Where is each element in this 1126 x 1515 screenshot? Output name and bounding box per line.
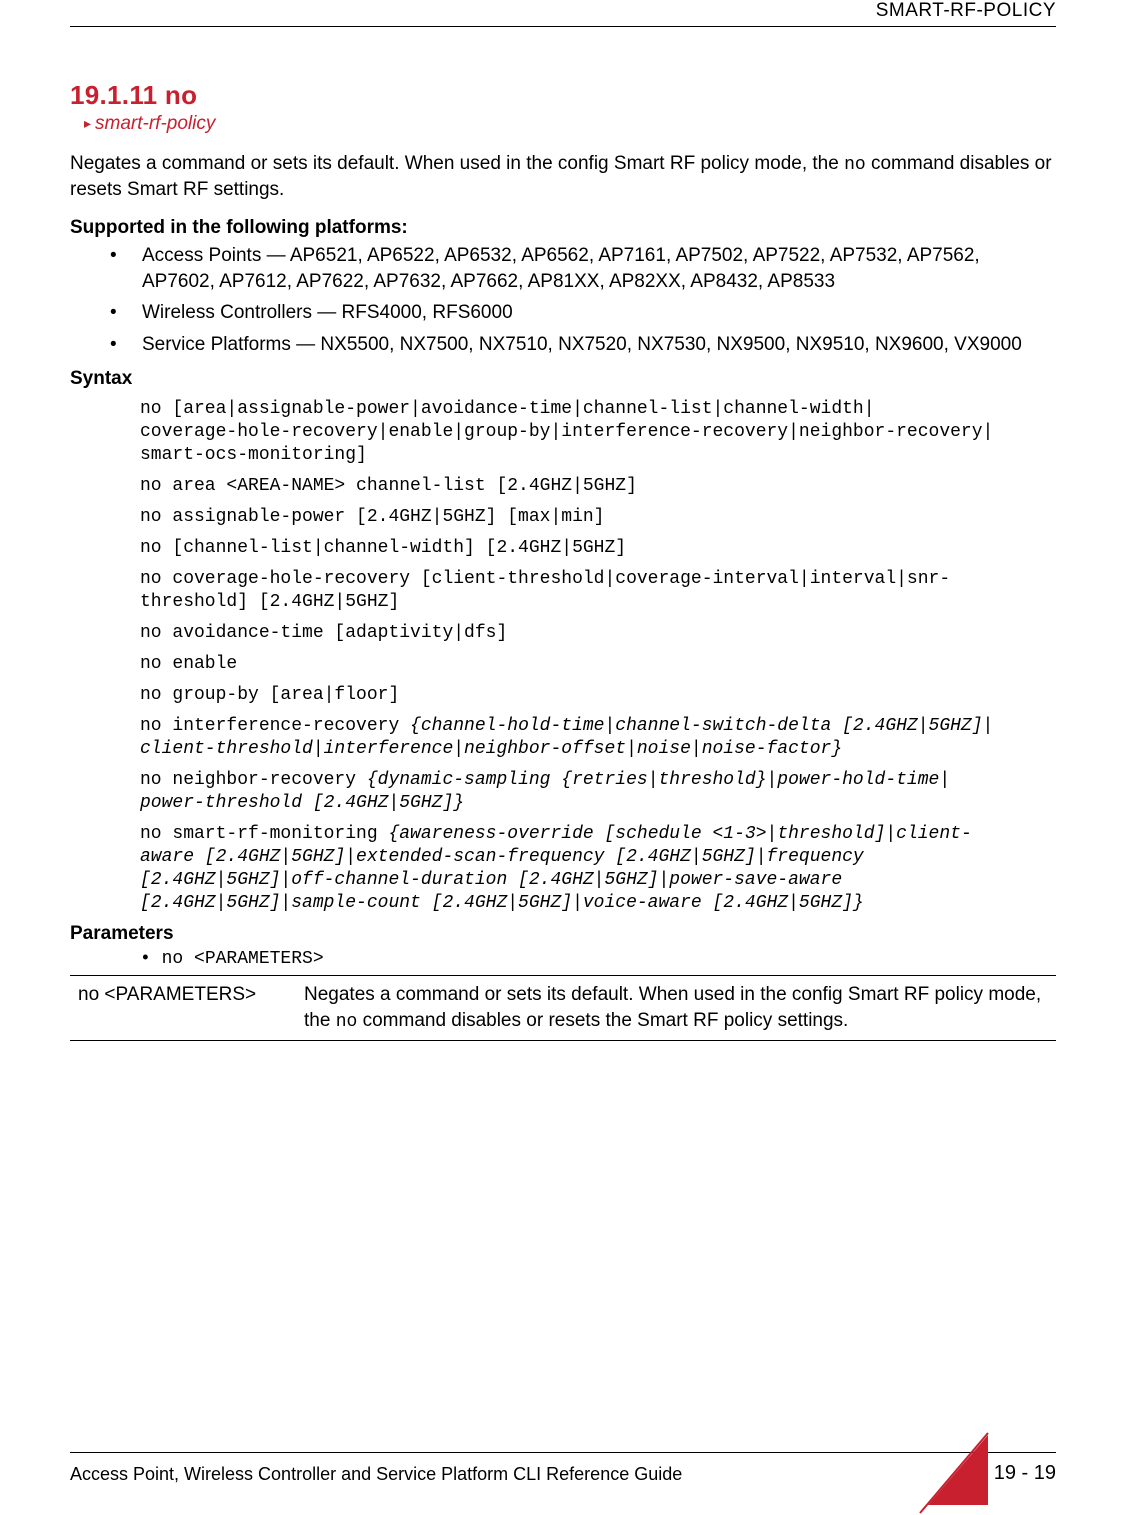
- syntax-block-7: no enable: [140, 653, 1056, 676]
- breadcrumb-arrow-icon: ▸: [84, 115, 91, 132]
- intro-pre: Negates a command or sets its default. W…: [70, 153, 844, 174]
- intro-paragraph: Negates a command or sets its default. W…: [70, 151, 1056, 203]
- syntax-11a: no smart-rf-monitoring: [140, 824, 388, 844]
- breadcrumb-text: smart-rf-policy: [95, 113, 215, 134]
- syntax-block-2: no area <AREA-NAME> channel-list [2.4GHZ…: [140, 475, 1056, 498]
- platforms-list: Access Points — AP6521, AP6522, AP6532, …: [70, 243, 1056, 358]
- param-desc-code: no: [336, 1012, 358, 1032]
- footer-flag-icon: [928, 1435, 988, 1505]
- syntax-block-1: no [area|assignable-power|avoidance-time…: [140, 398, 1056, 467]
- platform-item: Service Platforms — NX5500, NX7500, NX75…: [110, 332, 1056, 358]
- running-head: SMART-RF-POLICY: [876, 0, 1056, 22]
- parameters-table: no <PARAMETERS> Negates a command or set…: [70, 975, 1056, 1041]
- syntax-10a: no neighbor-recovery: [140, 770, 367, 790]
- footer-title: Access Point, Wireless Controller and Se…: [70, 1464, 682, 1485]
- param-bullet: no <PARAMETERS>: [140, 949, 1056, 969]
- breadcrumb[interactable]: ▸smart-rf-policy: [84, 113, 1056, 135]
- param-desc-post: command disables or resets the Smart RF …: [357, 1010, 848, 1031]
- section-title: 19.1.11 no: [70, 80, 1056, 111]
- platforms-heading: Supported in the following platforms:: [70, 217, 1056, 239]
- table-row: no <PARAMETERS> Negates a command or set…: [70, 976, 1056, 1041]
- footer-rule: [70, 1452, 1056, 1453]
- syntax-9a: no interference-recovery: [140, 716, 410, 736]
- footer-page-number: 19 - 19: [994, 1462, 1056, 1485]
- platform-item: Wireless Controllers — RFS4000, RFS6000: [110, 300, 1056, 326]
- syntax-block-11: no smart-rf-monitoring {awareness-overri…: [140, 823, 1056, 915]
- syntax-block-4: no [channel-list|channel-width] [2.4GHZ|…: [140, 537, 1056, 560]
- parameters-heading: Parameters: [70, 923, 1056, 945]
- syntax-block-10: no neighbor-recovery {dynamic-sampling {…: [140, 769, 1056, 815]
- syntax-block-5: no coverage-hole-recovery [client-thresh…: [140, 568, 1056, 614]
- intro-code: no: [844, 155, 866, 175]
- syntax-block-9: no interference-recovery {channel-hold-t…: [140, 715, 1056, 761]
- syntax-block-6: no avoidance-time [adaptivity|dfs]: [140, 622, 1056, 645]
- page: SMART-RF-POLICY 19.1.11 no ▸smart-rf-pol…: [0, 0, 1126, 1515]
- top-rule: [70, 26, 1056, 27]
- syntax-block-3: no assignable-power [2.4GHZ|5GHZ] [max|m…: [140, 506, 1056, 529]
- syntax-block-8: no group-by [area|floor]: [140, 684, 1056, 707]
- platform-item: Access Points — AP6521, AP6522, AP6532, …: [110, 243, 1056, 294]
- param-name-cell: no <PARAMETERS>: [70, 976, 296, 1041]
- syntax-heading: Syntax: [70, 368, 1056, 390]
- content: 19.1.11 no ▸smart-rf-policy Negates a co…: [70, 80, 1056, 1041]
- param-desc-cell: Negates a command or sets its default. W…: [296, 976, 1056, 1041]
